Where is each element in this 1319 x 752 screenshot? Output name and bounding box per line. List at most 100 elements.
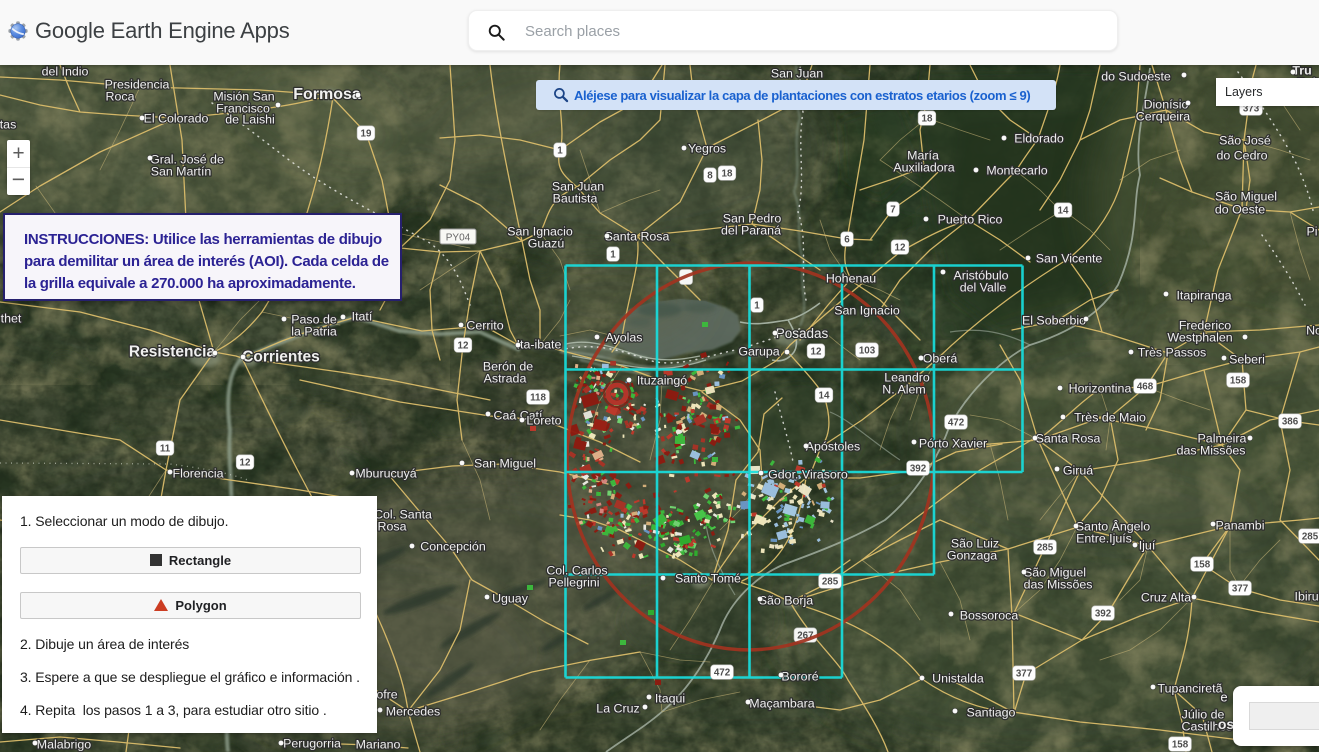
- svg-text:de Laishi: de Laishi: [225, 113, 275, 127]
- svg-text:Gdor. Virasoro: Gdor. Virasoro: [768, 468, 848, 482]
- svg-text:La Cruz: La Cruz: [596, 702, 639, 716]
- svg-text:472: 472: [714, 667, 731, 678]
- svg-text:San Miguel: San Miguel: [474, 457, 536, 471]
- svg-text:Itatí: Itatí: [352, 310, 373, 324]
- svg-text:Bororé: Bororé: [781, 670, 818, 684]
- svg-text:Corrientes: Corrientes: [242, 349, 320, 366]
- svg-text:Bossoroca: Bossoroca: [960, 609, 1019, 623]
- svg-text:Pi: Pi: [1306, 225, 1317, 239]
- svg-text:Pórto Xavier: Pórto Xavier: [919, 437, 987, 451]
- svg-text:Puerto Rico: Puerto Rico: [938, 213, 1003, 227]
- svg-text:Très Passos: Très Passos: [1138, 346, 1206, 360]
- svg-text:El Soberbio: El Soberbio: [1022, 314, 1086, 328]
- svg-text:Astrada: Astrada: [484, 372, 527, 386]
- svg-text:19: 19: [361, 128, 372, 139]
- svg-text:Guazú: Guazú: [528, 237, 565, 251]
- svg-text:San Vicente: San Vicente: [1036, 252, 1103, 266]
- svg-text:Santiago: Santiago: [967, 706, 1016, 720]
- svg-text:18: 18: [722, 168, 733, 179]
- svg-text:118: 118: [530, 392, 546, 403]
- svg-text:Rosa: Rosa: [378, 520, 407, 534]
- svg-text:Itapiranga: Itapiranga: [1176, 289, 1231, 303]
- svg-text:18: 18: [922, 113, 933, 124]
- svg-text:285: 285: [1302, 531, 1319, 542]
- svg-text:Mercedes: Mercedes: [386, 705, 440, 719]
- svg-text:7: 7: [890, 204, 896, 215]
- svg-text:Mariano: Mariano: [356, 738, 401, 752]
- svg-text:12: 12: [240, 457, 251, 468]
- svg-text:Pellegrini: Pellegrini: [549, 576, 600, 590]
- svg-text:Montecarlo: Montecarlo: [986, 164, 1047, 178]
- svg-text:Unistalda: Unistalda: [932, 672, 984, 686]
- svg-text:Cerqueira: Cerqueira: [1136, 110, 1191, 124]
- svg-text:das Missões: das Missões: [1024, 578, 1093, 592]
- svg-text:Concepción: Concepción: [420, 540, 486, 554]
- svg-text:Cruz Alta: Cruz Alta: [1141, 591, 1191, 605]
- svg-text:1: 1: [610, 249, 616, 260]
- svg-text:la Patria: la Patria: [291, 325, 337, 339]
- svg-text:Entre.Ijuís: Entre.Ijuís: [1076, 532, 1132, 546]
- svg-text:472: 472: [948, 417, 965, 428]
- svg-text:tas: tas: [0, 118, 16, 132]
- svg-text:e: e: [1220, 690, 1227, 705]
- svg-text:Florencia: Florencia: [173, 467, 224, 481]
- svg-text:1: 1: [754, 300, 760, 311]
- svg-text:12: 12: [458, 340, 469, 351]
- svg-text:1: 1: [557, 145, 563, 156]
- svg-text:Ayolas: Ayolas: [606, 331, 643, 345]
- svg-text:Seberi: Seberi: [1229, 353, 1265, 367]
- svg-text:San Martín: San Martín: [151, 165, 212, 179]
- svg-text:Très de Maio: Très de Maio: [1074, 411, 1146, 425]
- svg-text:San Juan: San Juan: [771, 67, 823, 81]
- svg-text:Santo Tomé: Santo Tomé: [675, 572, 741, 586]
- svg-text:392: 392: [1095, 608, 1112, 619]
- svg-text:377: 377: [1232, 583, 1249, 594]
- svg-text:Apóstoles: Apóstoles: [806, 440, 860, 454]
- svg-text:ofre: ofre: [376, 688, 397, 702]
- svg-text:del Indio: del Indio: [42, 65, 89, 79]
- svg-text:11: 11: [160, 443, 171, 454]
- svg-text:12: 12: [811, 346, 822, 357]
- svg-text:del Paraná: del Paraná: [721, 224, 781, 238]
- svg-text:del Valle: del Valle: [960, 281, 1007, 295]
- svg-text:PY04: PY04: [446, 233, 471, 244]
- svg-text:Oberá: Oberá: [923, 352, 958, 366]
- svg-text:Roca: Roca: [106, 90, 135, 104]
- svg-text:158: 158: [1172, 739, 1189, 750]
- svg-text:Malabrigo: Malabrigo: [37, 738, 92, 752]
- svg-text:São Miguel: São Miguel: [1215, 190, 1277, 204]
- svg-text:Santa Rosa: Santa Rosa: [1036, 432, 1101, 446]
- svg-text:Santa Rosa: Santa Rosa: [605, 230, 670, 244]
- svg-text:Gonzaga: Gonzaga: [947, 549, 997, 563]
- svg-text:Ituzaingó: Ituzaingó: [637, 374, 687, 388]
- svg-text:14: 14: [819, 390, 830, 401]
- svg-text:das Missões: das Missões: [1177, 444, 1246, 458]
- svg-text:6: 6: [844, 234, 850, 245]
- svg-text:8: 8: [707, 170, 713, 181]
- svg-text:Itaqui: Itaqui: [655, 692, 685, 706]
- svg-text:Garupa: Garupa: [738, 345, 779, 359]
- svg-text:Tupanciretã: Tupanciretã: [1158, 682, 1223, 696]
- svg-text:Hohenau: Hohenau: [826, 272, 876, 286]
- svg-text:Ita-ibate: Ita-ibate: [517, 338, 562, 352]
- svg-text:thet: thet: [1, 312, 22, 326]
- svg-text:468: 468: [1137, 381, 1154, 392]
- svg-text:N. Alem: N. Alem: [882, 383, 925, 397]
- svg-text:San Ignacio: San Ignacio: [834, 304, 900, 318]
- svg-text:Perugorria: Perugorria: [283, 737, 341, 751]
- svg-text:El Colorado: El Colorado: [144, 112, 209, 126]
- svg-text:Posadas: Posadas: [776, 326, 829, 341]
- svg-text:12: 12: [895, 242, 906, 253]
- svg-text:377: 377: [1016, 668, 1033, 679]
- svg-text:São José: São José: [1219, 134, 1271, 148]
- svg-text:Yegros: Yegros: [688, 142, 726, 156]
- svg-text:do Sudoeste: do Sudoeste: [1101, 70, 1171, 84]
- svg-text:Giruá: Giruá: [1063, 464, 1093, 478]
- svg-text:14: 14: [1058, 205, 1069, 216]
- svg-text:386: 386: [1282, 416, 1299, 427]
- svg-text:158: 158: [1194, 559, 1211, 570]
- svg-text:Uguay: Uguay: [492, 592, 529, 606]
- svg-text:Horizontina: Horizontina: [1069, 382, 1132, 396]
- svg-text:285: 285: [822, 576, 839, 587]
- svg-text:Mburucuyá: Mburucuyá: [355, 467, 416, 481]
